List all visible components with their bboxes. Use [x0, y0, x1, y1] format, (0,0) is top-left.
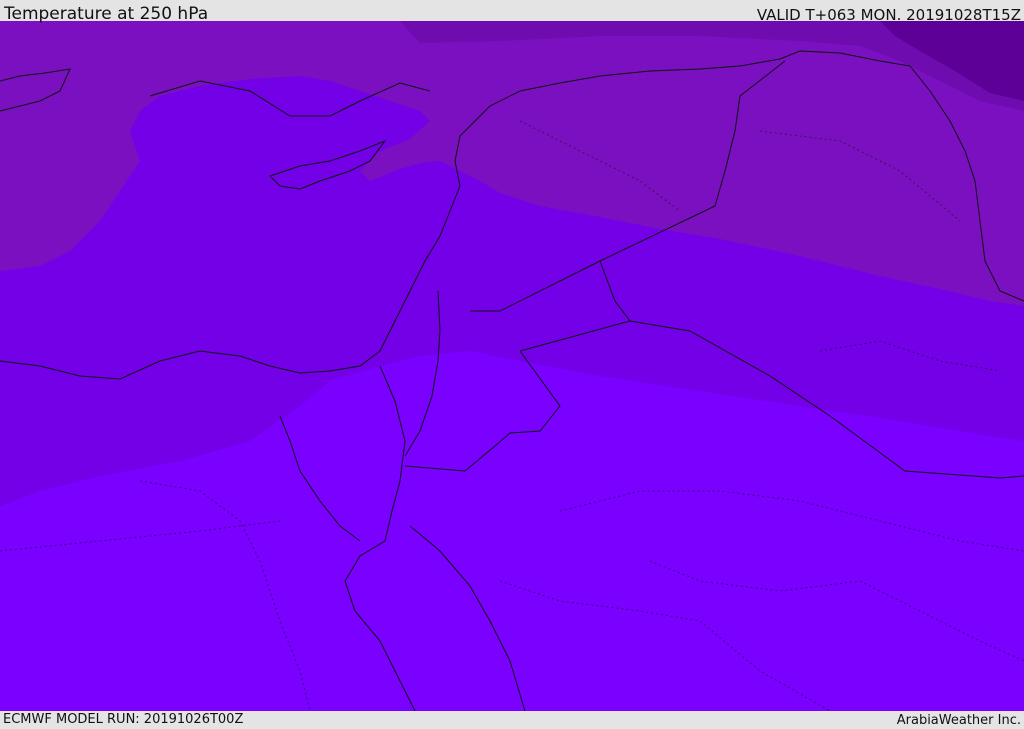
weather-map[interactable] [0, 21, 1024, 711]
valid-time-label: VALID T+063 MON. 20191028T15Z [756, 6, 1021, 24]
footer-bar: ECMWF MODEL RUN: 20191026T00Z ArabiaWeat… [0, 711, 1024, 729]
header-bar: Temperature at 250 hPa VALID T+063 MON. … [0, 0, 1024, 24]
map-title: Temperature at 250 hPa [4, 4, 209, 24]
credit-label: ArabiaWeather Inc. [896, 713, 1021, 728]
map-svg [0, 21, 1024, 711]
model-run-label: ECMWF MODEL RUN: 20191026T00Z [3, 712, 244, 727]
